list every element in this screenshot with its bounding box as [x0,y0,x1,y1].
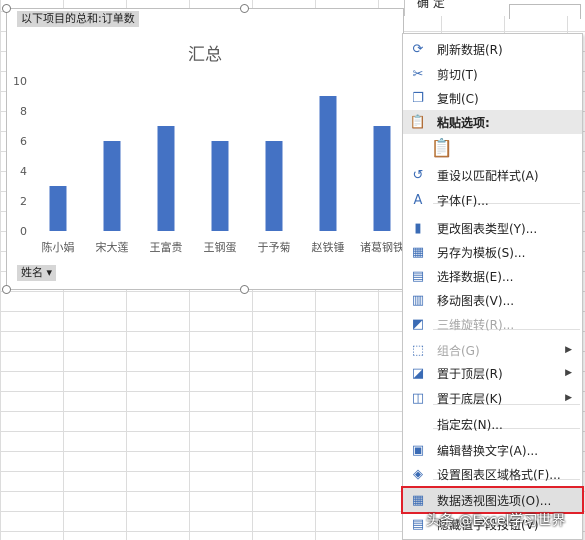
send-back-icon: ◫ [411,390,425,406]
menu-item-label: 重设以匹配样式(A) [437,168,539,183]
menu-item[interactable]: ↺ 重设以匹配样式(A) [403,163,582,187]
bar[interactable] [373,126,391,231]
bar[interactable] [49,186,67,231]
paste-icon: 📋 [409,114,427,130]
menu-item-label: 指定宏(N)... [437,417,503,432]
menu-item-label: 剪切(T) [437,67,478,82]
dialog-box-edge [509,4,581,19]
menu-item-label: 粘贴选项: [437,115,490,130]
alt-text-icon: ▣ [411,442,425,458]
field-buttons-icon: ▤ [411,516,425,532]
menu-item-label: 三维旋转(R)... [437,317,515,332]
dialog-fragment: 确 定 [404,0,585,19]
menu-item: ◩ 三维旋转(R)... [403,312,582,336]
menu-item-label: 选择数据(E)... [437,269,514,284]
menu-item[interactable]: ❐ 复制(C) [403,86,582,110]
menu-item[interactable]: A 字体(F)... [403,188,582,212]
x-tick-label: 陈小娟 [42,240,75,254]
y-tick-label: 0 [20,225,27,238]
menu-item: ⬚ 组合(G) ▶ [403,338,582,362]
menu-item[interactable]: ▣ 编辑替换文字(A)... [403,438,582,462]
select-data-icon: ▤ [411,268,425,284]
menu-item-label: 另存为模板(S)... [437,245,526,260]
ok-label[interactable]: 确 定 [417,0,445,11]
chart-plot: 0 2 4 6 8 10 陈小娟 宋大莲 王富贵 王钢蛋 于予菊 赵铁锤 诸葛钢铁 [13,75,404,254]
menu-item-label: 组合(G) [437,343,480,358]
menu-item[interactable]: ▤ 选择数据(E)... [403,264,582,288]
resize-handle[interactable] [2,285,11,294]
menu-item[interactable]: ▥ 移动图表(V)... [403,288,582,312]
pivot-chart[interactable]: 以下项目的总和:订单数 汇总 0 2 4 6 8 10 陈小娟 宋大莲 王富贵 王钢蛋 于予菊 赵铁锤… [6,8,404,290]
menu-item: 📋 粘贴选项: [403,110,582,134]
bar[interactable] [103,141,121,231]
menu-item[interactable]: 📋 [403,134,582,162]
axis-field-button[interactable]: 姓名 ▾ [17,265,57,281]
menu-item-label: 数据透视图选项(O)... [437,493,552,508]
pivot-options-icon: ▦ [411,492,425,508]
menu-item[interactable]: ⟳ 刷新数据(R) [403,37,582,61]
x-tick-label: 诸葛钢铁 [360,241,404,254]
menu-item-label: 置于顶层(R) [437,366,503,381]
bar[interactable] [157,126,175,231]
rotate-3d-icon: ◩ [411,316,425,332]
save-template-icon: ▦ [411,244,425,260]
scissors-icon: ✂ [412,66,424,82]
move-chart-icon: ▥ [411,292,425,308]
menu-item[interactable]: ▦ 数据透视图选项(O)... [401,486,584,514]
x-tick-label: 于予菊 [258,241,291,254]
menu-item-label: 更改图表类型(Y)... [437,221,538,236]
y-tick-label: 8 [20,105,27,118]
resize-handle[interactable] [240,285,249,294]
chart-type-icon: ▮ [414,220,422,236]
paste-option-icon: 📋 [430,137,454,159]
x-tick-label: 赵铁锤 [312,240,345,254]
y-tick-label: 6 [20,135,27,148]
menu-item-label: 设置图表区域格式(F)... [437,467,561,482]
y-tick-label: 2 [20,195,27,208]
bar[interactable] [211,141,229,231]
menu-item-label: 移动图表(V)... [437,293,515,308]
refresh-icon: ⟳ [412,41,424,57]
menu-item[interactable]: ◪ 置于顶层(R) ▶ [403,361,582,385]
submenu-arrow-icon: ▶ [565,345,572,355]
menu-item[interactable]: ▦ 另存为模板(S)... [403,240,582,264]
copy-icon: ❐ [412,90,424,106]
reset-style-icon: ↺ [412,167,424,183]
submenu-arrow-icon: ▶ [565,393,572,403]
bar[interactable] [265,141,283,231]
watermark: 头条 @Excel学习世界 [426,513,566,529]
blank-icon [409,415,427,433]
menu-item-label: 字体(F)... [437,193,489,208]
axis-field-label: 姓名 [21,266,43,279]
menu-item-label: 置于底层(K) [437,391,503,406]
y-tick-label: 4 [20,165,27,178]
x-tick-label: 宋大莲 [96,240,129,254]
menu-item[interactable]: ◈ 设置图表区域格式(F)... [403,462,582,486]
resize-handle[interactable] [2,4,11,13]
y-tick-label: 10 [13,75,27,88]
resize-handle[interactable] [240,4,249,13]
format-area-icon: ◈ [413,466,423,482]
menu-item-label: 刷新数据(R) [437,42,503,57]
menu-item-label: 编辑替换文字(A)... [437,443,539,458]
menu-item[interactable]: ◫ 置于底层(K) ▶ [403,386,582,410]
bring-front-icon: ◪ [411,365,425,381]
menu-item[interactable]: 指定宏(N)... [403,412,582,436]
menu-item[interactable]: ✂ 剪切(T) [403,62,582,86]
bar[interactable] [319,96,337,231]
context-menu: ⟳ 刷新数据(R) ✂ 剪切(T) ❐ 复制(C) 📋 粘贴选项: 📋 ↺ 重设以匹配样式(A) A 字… [401,33,584,540]
x-tick-label: 王富贵 [150,240,183,254]
menu-item[interactable]: ▮ 更改图表类型(Y)... [403,216,582,240]
submenu-arrow-icon: ▶ [565,368,572,378]
font-icon: A [413,192,423,208]
menu-item-label: 复制(C) [437,91,479,106]
group-icon: ⬚ [411,342,425,358]
dropdown-arrow-icon: ▾ [46,266,53,279]
x-tick-label: 王钢蛋 [204,241,237,254]
